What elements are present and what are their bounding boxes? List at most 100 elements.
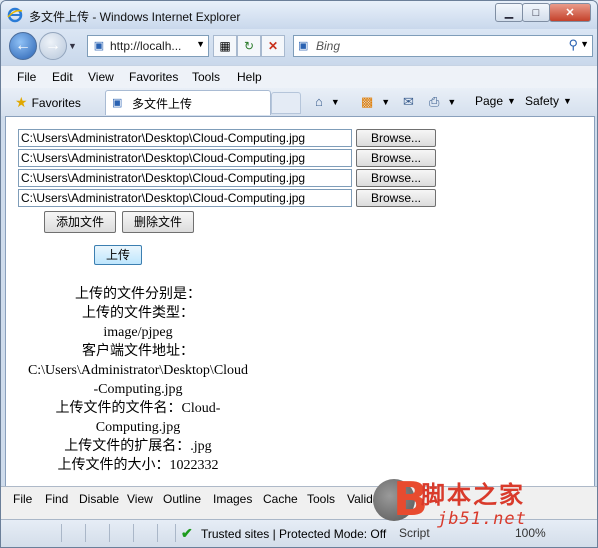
address-dropdown-icon[interactable]: ▼ bbox=[196, 39, 205, 49]
back-arrow-icon: ← bbox=[15, 37, 31, 54]
maximize-button[interactable]: □ bbox=[522, 3, 550, 22]
maximize-icon: □ bbox=[532, 6, 540, 19]
page-menu[interactable]: Page ▼ bbox=[475, 94, 516, 108]
compatibility-view-button[interactable]: ▦ bbox=[213, 35, 237, 57]
dev-find[interactable]: Find bbox=[45, 492, 68, 506]
file-row: C:\Users\Administrator\Desktop\Cloud-Com… bbox=[18, 149, 436, 167]
status-divider bbox=[175, 524, 176, 542]
favorites-bar: ★ Favorites ▣ 多文件上传 ⌂ ▼ ▩ ▼ ✉ ⎙ ▼ Page ▼ Saf… bbox=[1, 88, 597, 116]
star-icon: ★ bbox=[15, 94, 28, 110]
stop-button[interactable]: ✕ bbox=[261, 35, 285, 57]
navigation-bar: ← → ▼ ▣ http://localh... ▼ ▦ ↻ ✕ ▣ Bing … bbox=[1, 29, 597, 65]
forward-arrow-icon: → bbox=[45, 37, 61, 54]
result-line: 上传文件的扩展名：.jpg bbox=[64, 439, 212, 454]
browse-button[interactable]: Browse... bbox=[356, 169, 436, 187]
minimize-button[interactable]: ▁ bbox=[495, 3, 523, 22]
result-line: -Computing.jpg bbox=[93, 382, 183, 397]
mail-icon: ✉ bbox=[403, 94, 414, 109]
menu-help[interactable]: Help bbox=[237, 70, 262, 84]
bing-icon: ▣ bbox=[298, 40, 309, 52]
back-button[interactable]: ← bbox=[9, 32, 37, 60]
result-line: 上传的文件分别是： bbox=[75, 287, 201, 302]
window-controls: ▁ □ ✕ bbox=[495, 3, 591, 22]
window-title: 多文件上传 - Windows Internet Explorer bbox=[29, 10, 241, 24]
delete-file-button[interactable]: 删除文件 bbox=[122, 211, 194, 233]
browse-button[interactable]: Browse... bbox=[356, 129, 436, 147]
file-row: C:\Users\Administrator\Desktop\Cloud-Com… bbox=[18, 169, 436, 187]
file-row: C:\Users\Administrator\Desktop\Cloud-Com… bbox=[18, 189, 436, 207]
forward-button[interactable]: → bbox=[39, 32, 67, 60]
print-button[interactable]: ⎙ ▼ bbox=[429, 94, 456, 110]
home-button[interactable]: ⌂ ▼ bbox=[315, 94, 340, 109]
menu-edit[interactable]: Edit bbox=[52, 70, 73, 84]
close-button[interactable]: ✕ bbox=[549, 3, 591, 22]
file-input[interactable]: C:\Users\Administrator\Desktop\Cloud-Com… bbox=[18, 149, 352, 167]
add-file-button[interactable]: 添加文件 bbox=[44, 211, 116, 233]
feeds-dropdown-icon: ▼ bbox=[381, 97, 391, 107]
search-box[interactable]: ▣ Bing ⚲ ▼ bbox=[293, 35, 593, 57]
file-input[interactable]: C:\Users\Administrator\Desktop\Cloud-Com… bbox=[18, 129, 352, 147]
menu-favorites[interactable]: Favorites bbox=[129, 70, 178, 84]
watermark-url: jb51.net bbox=[437, 509, 527, 529]
refresh-icon: ↻ bbox=[243, 39, 255, 53]
print-dropdown-icon: ▼ bbox=[447, 97, 457, 107]
browse-button[interactable]: Browse... bbox=[356, 189, 436, 207]
watermark: B 脚本之家 jb51.net bbox=[373, 473, 597, 545]
security-zone[interactable]: Trusted sites | Protected Mode: Off bbox=[201, 527, 386, 541]
tab-title: 多文件上传 bbox=[132, 96, 193, 111]
mail-button[interactable]: ✉ bbox=[403, 94, 418, 110]
result-line: 上传文件的大小：1022332 bbox=[57, 458, 219, 473]
history-dropdown-icon[interactable]: ▼ bbox=[68, 41, 77, 51]
page-icon: ▣ bbox=[93, 40, 105, 52]
safety-menu[interactable]: Safety ▼ bbox=[525, 94, 572, 108]
page-dropdown-icon: ▼ bbox=[507, 96, 516, 106]
upload-result: 上传的文件分别是： 上传的文件类型： image/pjpeg 客户端文件地址： … bbox=[18, 285, 258, 475]
rss-icon: ▩ bbox=[361, 94, 374, 109]
menu-bar: File Edit View Favorites Tools Help bbox=[1, 65, 597, 89]
ie-icon bbox=[7, 7, 23, 23]
file-input[interactable]: C:\Users\Administrator\Desktop\Cloud-Com… bbox=[18, 169, 352, 187]
favorites-label: Favorites bbox=[31, 95, 81, 110]
result-line: image/pjpeg bbox=[103, 325, 173, 340]
search-dropdown-icon[interactable]: ▼ bbox=[580, 39, 589, 49]
file-input[interactable]: C:\Users\Administrator\Desktop\Cloud-Com… bbox=[18, 189, 352, 207]
feeds-button[interactable]: ▩ ▼ bbox=[361, 94, 390, 110]
dev-outline[interactable]: Outline bbox=[163, 492, 201, 506]
tab-active[interactable]: ▣ 多文件上传 bbox=[105, 90, 271, 115]
upload-button[interactable]: 上传 bbox=[94, 245, 142, 265]
dev-cache[interactable]: Cache bbox=[263, 492, 298, 506]
home-icon: ⌂ bbox=[315, 94, 323, 109]
dev-file[interactable]: File bbox=[13, 492, 32, 506]
address-bar[interactable]: ▣ http://localh... ▼ bbox=[87, 35, 209, 57]
dev-tools[interactable]: Tools bbox=[307, 492, 335, 506]
new-tab-button[interactable] bbox=[271, 92, 301, 114]
dev-images[interactable]: Images bbox=[213, 492, 252, 506]
stop-icon: ✕ bbox=[267, 39, 279, 53]
result-line: 上传的文件类型： bbox=[82, 306, 194, 321]
status-divider bbox=[85, 524, 86, 542]
tab-page-icon: ▣ bbox=[112, 97, 123, 109]
address-input[interactable]: http://localh... bbox=[110, 39, 181, 53]
status-divider bbox=[157, 524, 158, 542]
result-line: C:\Users\Administrator\Desktop\Cloud bbox=[27, 363, 249, 378]
search-input[interactable]: Bing bbox=[316, 39, 340, 53]
refresh-button[interactable]: ↻ bbox=[237, 35, 261, 57]
result-line: 上传文件的文件名：Cloud- bbox=[55, 401, 221, 416]
page-menu-label: Page bbox=[475, 94, 504, 108]
menu-view[interactable]: View bbox=[88, 70, 114, 84]
status-divider bbox=[109, 524, 110, 542]
browse-button[interactable]: Browse... bbox=[356, 149, 436, 167]
status-divider bbox=[133, 524, 134, 542]
title-bar: 多文件上传 - Windows Internet Explorer ▁ □ ✕ bbox=[1, 1, 597, 29]
menu-tools[interactable]: Tools bbox=[192, 70, 220, 84]
menu-file[interactable]: File bbox=[17, 70, 36, 84]
dev-view[interactable]: View bbox=[127, 492, 153, 506]
page-content: C:\Users\Administrator\Desktop\Cloud -Com… bbox=[5, 116, 595, 487]
favorites-button[interactable]: ★ Favorites bbox=[15, 94, 81, 111]
result-line: 客户端文件地址： bbox=[82, 344, 194, 359]
result-line: Computing.jpg bbox=[95, 420, 181, 435]
search-icon[interactable]: ⚲ bbox=[568, 37, 578, 53]
dev-disable[interactable]: Disable bbox=[79, 492, 119, 506]
home-dropdown-icon: ▼ bbox=[330, 96, 340, 107]
watermark-brand: 脚本之家 bbox=[421, 481, 525, 509]
